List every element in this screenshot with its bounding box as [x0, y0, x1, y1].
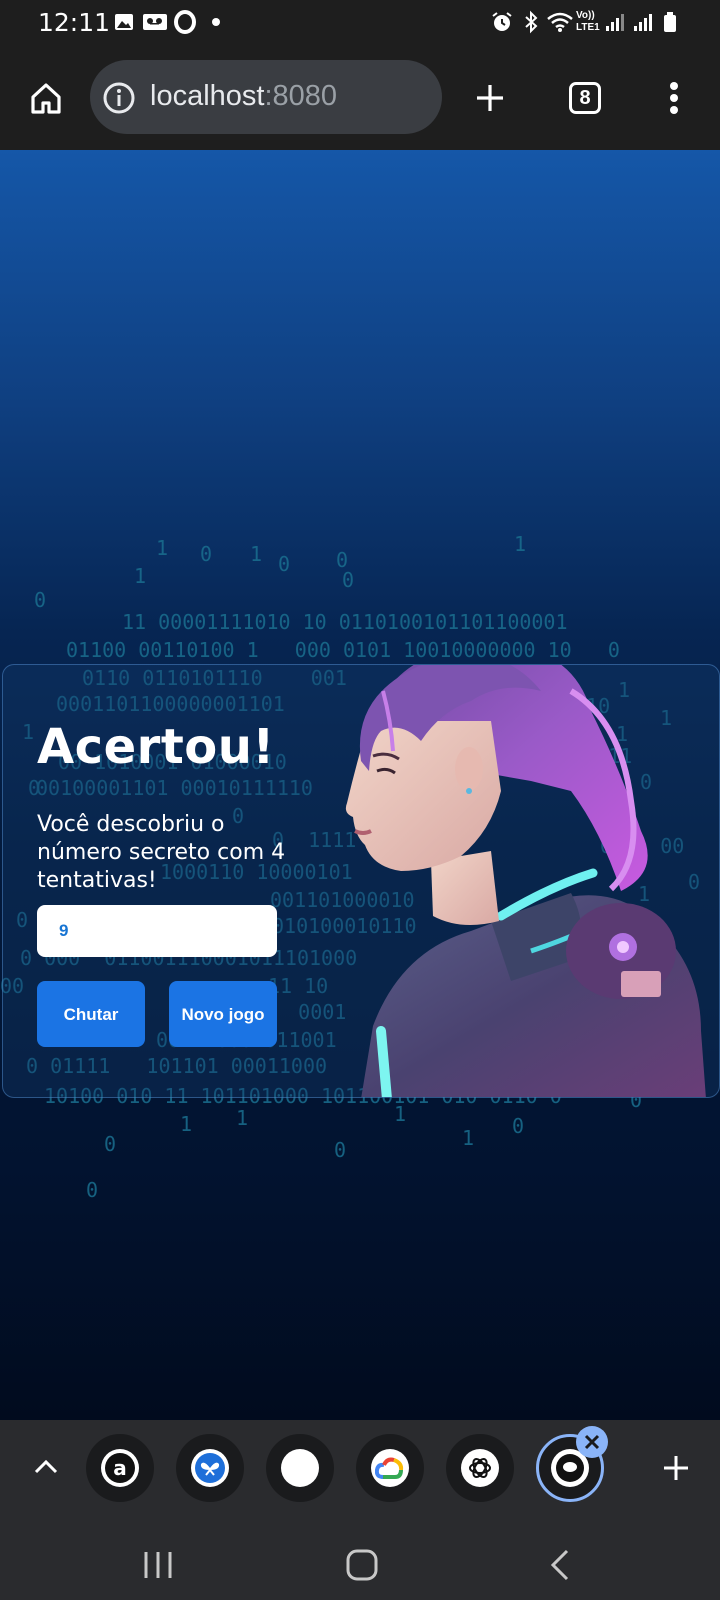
opera-icon [174, 10, 196, 34]
result-message: Você descobriu o número secreto com 4 te… [37, 812, 286, 893]
new-tab-icon [477, 85, 503, 111]
home-icon [346, 1549, 378, 1581]
volte-label: Vo)) LTE1 [576, 10, 600, 33]
home-nav-button[interactable] [334, 1540, 390, 1590]
dot-icon [212, 18, 220, 26]
menu-icon [670, 82, 678, 114]
tab-butterfly-app[interactable] [176, 1434, 244, 1502]
result-title: Acertou! [37, 719, 275, 775]
tab-amazon[interactable]: a [86, 1434, 154, 1502]
info-icon[interactable] [102, 81, 136, 115]
voicemail-icon [143, 14, 167, 30]
battery-icon [664, 12, 676, 32]
close-tab-icon [584, 1434, 600, 1450]
url-host: localhost [150, 80, 265, 112]
add-tab-icon [664, 1456, 688, 1480]
chatgpt-icon [461, 1449, 499, 1487]
status-time: 12:11 [38, 8, 111, 37]
system-nav-bar [0, 1530, 720, 1600]
url-text[interactable]: localhost:8080 [150, 80, 337, 113]
guess-input[interactable] [37, 905, 277, 957]
signal-icon [606, 14, 624, 31]
wifi-icon [547, 12, 573, 32]
collapse-tabs-button[interactable] [26, 1442, 66, 1492]
chevron-up-icon [34, 1459, 58, 1474]
browser-toolbar: localhost:8080 8 [0, 46, 720, 150]
add-tab-button[interactable] [652, 1444, 700, 1492]
game-card: Acertou! Você descobriu o número secreto… [2, 664, 720, 1098]
signal-icon [634, 14, 652, 31]
astronaut-girl-illustration [345, 665, 706, 1097]
close-tab-button[interactable] [576, 1426, 608, 1458]
web-page: 101001 100 11 00001111010 10 01101001011… [0, 150, 720, 1420]
guess-button[interactable]: Chutar [37, 981, 145, 1047]
menu-button[interactable] [650, 74, 698, 122]
new-tab-button[interactable] [466, 74, 514, 122]
blank-icon [281, 1449, 319, 1487]
url-bar[interactable]: localhost:8080 [90, 60, 442, 134]
tab-chatgpt[interactable] [446, 1434, 514, 1502]
home-icon [31, 83, 61, 114]
amazon-icon: a [101, 1449, 139, 1487]
tab-google-cloud[interactable] [356, 1434, 424, 1502]
google-cloud-icon [371, 1449, 409, 1487]
bluetooth-icon [525, 10, 538, 34]
butterfly-app-icon [191, 1449, 229, 1487]
tabs-button[interactable]: 8 [561, 76, 609, 120]
recent-apps-icon [144, 1552, 172, 1578]
tab-strip: a [0, 1420, 720, 1530]
url-port: :8080 [264, 80, 338, 112]
back-icon [550, 1549, 569, 1581]
status-bar: 12:11 Vo)) LTE1 [0, 0, 720, 46]
alarm-icon [492, 12, 512, 31]
new-game-button[interactable]: Novo jogo [169, 981, 277, 1047]
tab-blank[interactable] [266, 1434, 334, 1502]
recent-apps-button[interactable] [130, 1540, 186, 1590]
tabs-icon: 8 [569, 82, 601, 114]
back-nav-button[interactable] [532, 1540, 588, 1590]
image-icon [115, 14, 133, 30]
home-button[interactable] [22, 74, 70, 122]
